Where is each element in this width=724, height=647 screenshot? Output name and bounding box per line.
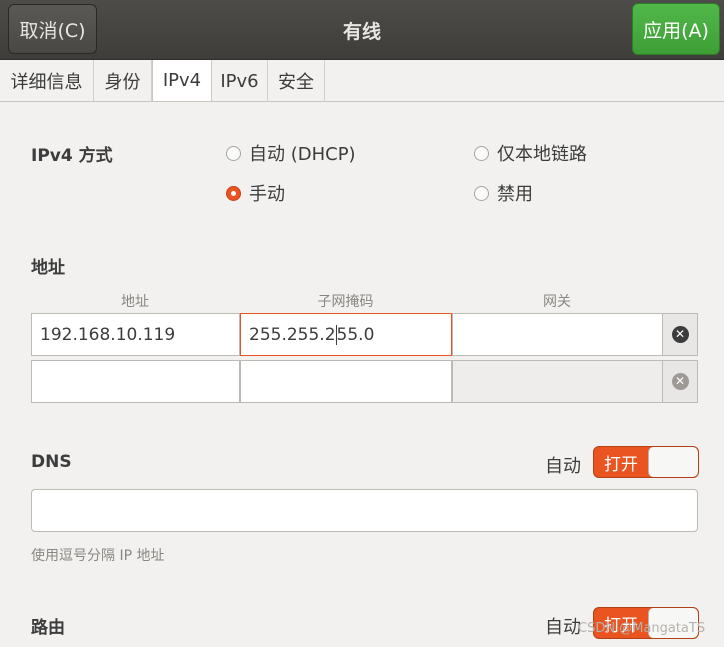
radio-link-local[interactable]: 仅本地链路 xyxy=(474,140,587,166)
tab-ipv6[interactable]: IPv6 xyxy=(212,60,268,102)
address-input[interactable] xyxy=(31,360,240,403)
window-title: 有线 xyxy=(342,20,381,43)
netmask-text-before-caret: 255.255.2 xyxy=(249,324,336,345)
routes-auto-label: 自动 xyxy=(545,617,581,638)
tab-identity[interactable]: 身份 xyxy=(94,60,152,102)
close-icon: ✕ xyxy=(671,373,689,390)
tab-security[interactable]: 安全 xyxy=(268,60,325,102)
radio-link-local-label: 仅本地链路 xyxy=(497,144,587,165)
radio-dhcp[interactable]: 自动 (DHCP) xyxy=(226,140,356,166)
radio-checked-icon xyxy=(226,185,241,201)
netmask-input[interactable]: 255.255.2 55.0 xyxy=(240,313,452,356)
apply-button[interactable]: 应用(A) xyxy=(632,3,720,55)
netmask-input[interactable] xyxy=(240,360,452,403)
radio-manual[interactable]: 手动 xyxy=(226,180,285,206)
close-icon: ✕ xyxy=(671,326,689,343)
routes-label: 路由 xyxy=(31,618,65,638)
radio-disabled-label: 禁用 xyxy=(497,184,533,205)
remove-address-button[interactable]: ✕ xyxy=(662,360,698,403)
radio-manual-label: 手动 xyxy=(249,184,285,205)
dns-label: DNS xyxy=(31,452,72,472)
dns-auto-toggle[interactable]: 打开 xyxy=(593,446,699,478)
gateway-input[interactable] xyxy=(452,360,663,403)
cancel-button[interactable]: 取消(C) xyxy=(8,4,97,54)
dns-auto-label: 自动 xyxy=(545,456,581,477)
radio-unchecked-icon xyxy=(474,185,489,201)
ipv4-method-label: IPv4 方式 xyxy=(31,146,113,166)
netmask-text-after-caret: 55.0 xyxy=(336,324,375,345)
address-row: ✕ xyxy=(31,360,698,403)
toggle-on-label: 打开 xyxy=(604,454,638,475)
dns-hint: 使用逗号分隔 IP 地址 xyxy=(31,548,165,564)
tab-ipv4[interactable]: IPv4 xyxy=(152,60,212,101)
dns-input[interactable] xyxy=(31,489,698,532)
remove-address-button[interactable]: ✕ xyxy=(662,313,698,356)
column-header-gateway: 网关 xyxy=(543,294,571,310)
toggle-knob xyxy=(648,447,698,477)
header-bar: 取消(C) 有线 应用(A) xyxy=(0,0,724,60)
address-section-label: 地址 xyxy=(31,258,65,278)
radio-dhcp-label: 自动 (DHCP) xyxy=(249,144,356,165)
tab-details[interactable]: 详细信息 xyxy=(0,60,94,102)
tab-bar: 详细信息 身份 IPv4 IPv6 安全 xyxy=(0,60,724,102)
address-row: 192.168.10.119 255.255.2 55.0 ✕ xyxy=(31,313,698,356)
gateway-input[interactable] xyxy=(452,313,663,356)
radio-disabled[interactable]: 禁用 xyxy=(474,180,533,206)
radio-unchecked-icon xyxy=(226,145,241,161)
column-header-address: 地址 xyxy=(121,294,149,310)
column-header-netmask: 子网掩码 xyxy=(317,294,374,310)
watermark: CSDN @MangataTS xyxy=(578,621,706,636)
address-input[interactable]: 192.168.10.119 xyxy=(31,313,240,356)
radio-unchecked-icon xyxy=(474,145,489,161)
